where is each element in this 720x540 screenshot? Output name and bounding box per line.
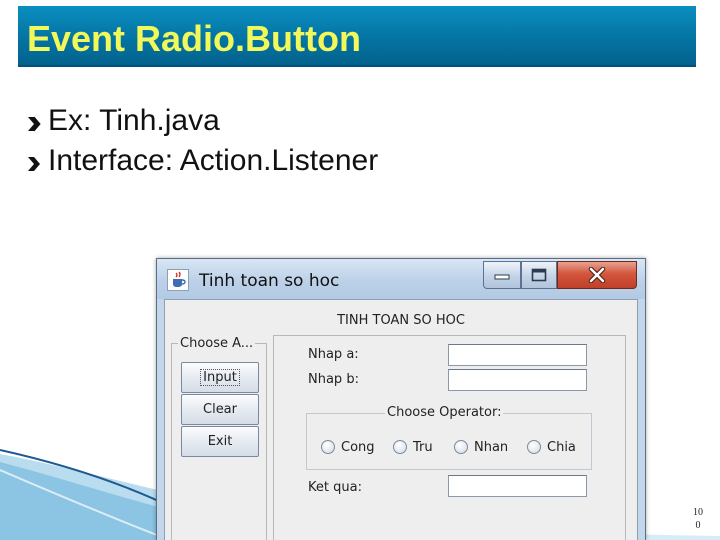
radio-chia-label: Chia [547, 439, 576, 455]
bullet-text: Interface: Action.Listener [48, 144, 379, 177]
radio-chia[interactable]: Chia [527, 438, 576, 456]
exit-button-label: Exit [207, 434, 233, 449]
choose-action-group: Choose A... Input Clear Exit [171, 336, 267, 540]
app-window: Tinh toan so hoc Click TINH TOAN SO HOC … [156, 258, 646, 540]
calculation-panel: Nhap a: Nhap b: Choose Operator: Cong Tr… [273, 335, 626, 540]
maximize-icon [531, 268, 547, 282]
close-button[interactable] [557, 261, 637, 289]
radio-circle-icon [454, 440, 468, 454]
bullet-icon [28, 116, 41, 132]
page-number: 10 0 [688, 506, 708, 532]
result-field[interactable] [448, 475, 587, 497]
choose-action-legend: Choose A... [178, 336, 256, 351]
radio-circle-icon [527, 440, 541, 454]
bullet-text: Ex: Tinh.java [48, 104, 220, 137]
input-button[interactable]: Input [181, 362, 259, 393]
input-b-field[interactable] [448, 369, 587, 391]
clear-button[interactable]: Clear [181, 394, 259, 425]
slide-title-bar: Event Radio.Button [18, 6, 696, 67]
operator-legend: Choose Operator: [385, 405, 504, 420]
minimize-button[interactable] [483, 261, 521, 289]
maximize-button[interactable] [521, 261, 557, 289]
input-a-field[interactable] [448, 344, 587, 366]
radio-nhan[interactable]: Nhan [454, 438, 508, 456]
radio-nhan-label: Nhan [474, 439, 509, 455]
radio-tru[interactable]: Tru [393, 438, 433, 456]
exit-button[interactable]: Exit [181, 426, 259, 457]
window-titlebar[interactable]: Tinh toan so hoc Click [157, 259, 645, 299]
radio-cong-label: Cong [341, 439, 375, 455]
page-number-line2: 0 [695, 520, 701, 531]
bullet-icon [28, 157, 40, 171]
result-label: Ket qua: [308, 480, 362, 495]
radio-circle-icon [321, 440, 335, 454]
java-cup-icon [167, 269, 189, 291]
operator-group: Choose Operator: Cong Tru Nhan Chia [306, 405, 592, 470]
clear-button-label: Clear [203, 402, 237, 417]
window-content: TINH TOAN SO HOC Choose A... Input Clear… [164, 299, 638, 540]
form-heading: TINH TOAN SO HOC [337, 313, 465, 328]
page-number-line1: 10 [693, 507, 703, 518]
radio-tru-label: Tru [413, 439, 433, 455]
close-icon [588, 267, 606, 283]
input-button-label: Input [200, 369, 240, 386]
input-b-label: Nhap b: [308, 372, 359, 387]
window-title: Tinh toan so hoc [199, 271, 340, 291]
radio-circle-icon [393, 440, 407, 454]
radio-cong[interactable]: Cong [321, 438, 375, 456]
minimize-icon [494, 274, 510, 280]
slide-title: Event Radio.Button [27, 18, 361, 59]
input-a-label: Nhap a: [308, 347, 359, 362]
